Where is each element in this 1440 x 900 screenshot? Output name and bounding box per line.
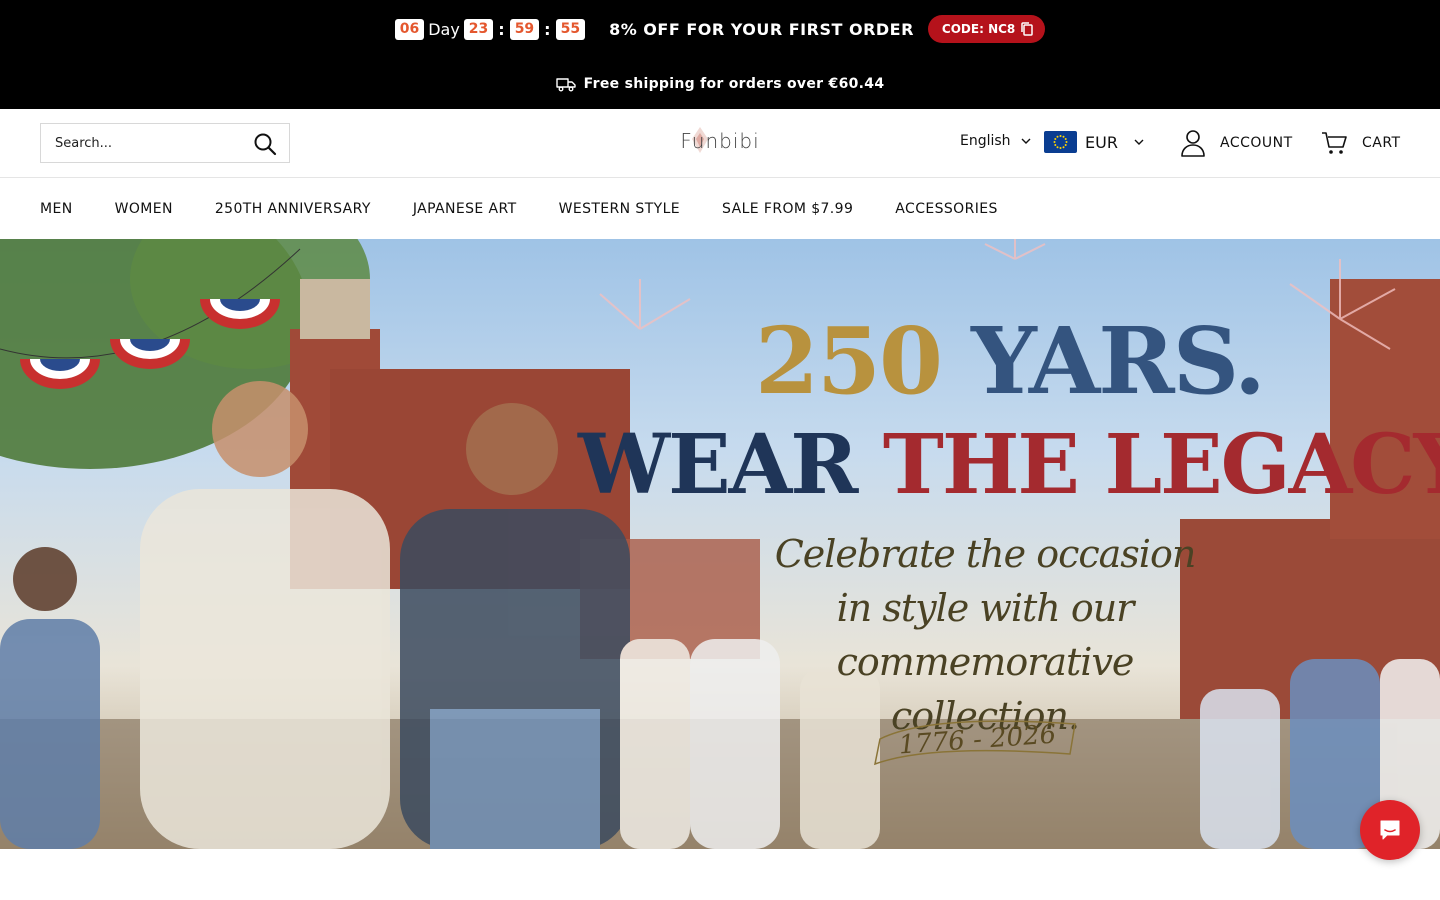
promo-text: 8% OFF FOR YOUR FIRST ORDER <box>609 19 914 39</box>
user-icon <box>1181 130 1205 157</box>
page-content-area <box>0 849 1440 900</box>
code-label: CODE: NC8 <box>941 22 1016 36</box>
countdown-day-label: Day <box>428 19 460 39</box>
account-label: ACCOUNT <box>1220 135 1293 151</box>
nav-item-women[interactable]: WOMEN <box>115 201 173 217</box>
nav-item-sale[interactable]: SALE FROM $7.99 <box>722 201 853 217</box>
hero-headline-250: 250 <box>755 307 943 415</box>
search-icon[interactable] <box>253 132 277 156</box>
shipping-text: Free shipping for orders over €60.44 <box>583 76 885 92</box>
hero-headline-wear: WEAR <box>578 417 883 513</box>
chevron-down-icon <box>1021 138 1031 144</box>
nav-item-japanese-art[interactable]: JAPANESE ART <box>413 201 517 217</box>
countdown-timer: 06 Day 23 : 59 : 55 <box>394 18 586 40</box>
hero-headline-yars: YARS. <box>941 307 1266 415</box>
logo-text: Funbibi <box>680 129 760 153</box>
copy-icon <box>1021 22 1034 36</box>
copy-code-button[interactable]: CODE: NC8 <box>927 15 1046 43</box>
truck-icon <box>555 78 576 92</box>
cart-link[interactable]: CART <box>1320 129 1401 157</box>
site-header: Funbibi English EUR ACC <box>0 109 1440 178</box>
hero-headline-line1: 250 YARS. <box>0 307 1440 415</box>
nav-item-accessories[interactable]: ACCESSORIES <box>895 201 998 217</box>
main-nav: MEN WOMEN 250TH ANNIVERSARY JAPANESE ART… <box>0 178 1440 239</box>
announcement-bar: 06 Day 23 : 59 : 55 8% OFF FOR YOUR FIRS… <box>0 0 1440 109</box>
countdown-seconds: 55 <box>555 18 586 40</box>
hero-headline-line2: WEAR THE LEGACY. <box>578 417 1440 513</box>
countdown-minutes: 59 <box>509 18 540 40</box>
countdown-separator: : <box>544 19 551 39</box>
hero-banner[interactable]: 250 YARS. WEAR THE LEGACY. Celebrate the… <box>0 239 1440 849</box>
eu-flag-icon <box>1044 131 1077 153</box>
language-label: English <box>960 133 1011 149</box>
promo-row: 06 Day 23 : 59 : 55 8% OFF FOR YOUR FIRS… <box>0 14 1440 44</box>
hero-years-badge: 1776 - 2026 <box>870 709 1085 769</box>
chat-button[interactable] <box>1360 800 1420 860</box>
account-link[interactable]: ACCOUNT <box>1180 129 1293 157</box>
chevron-down-icon <box>1134 139 1144 145</box>
search-input[interactable] <box>41 125 241 161</box>
hero-headline-legacy: THE LEGACY. <box>882 417 1440 513</box>
nav-item-western-style[interactable]: WESTERN STYLE <box>559 201 680 217</box>
currency-selector[interactable]: EUR <box>1044 131 1144 153</box>
nav-item-250th-anniversary[interactable]: 250TH ANNIVERSARY <box>215 201 371 217</box>
site-logo[interactable]: Funbibi <box>650 127 790 159</box>
cart-label: CART <box>1362 135 1401 151</box>
currency-label: EUR <box>1085 132 1118 152</box>
language-selector[interactable]: English <box>960 133 1031 149</box>
shipping-notice: Free shipping for orders over €60.44 <box>0 72 1440 96</box>
countdown-hours: 23 <box>463 18 494 40</box>
countdown-separator: : <box>498 19 505 39</box>
cart-icon <box>1322 132 1347 154</box>
chat-icon <box>1380 820 1400 840</box>
nav-item-men[interactable]: MEN <box>40 201 73 217</box>
search-box <box>40 123 290 163</box>
countdown-days: 06 <box>394 18 425 40</box>
